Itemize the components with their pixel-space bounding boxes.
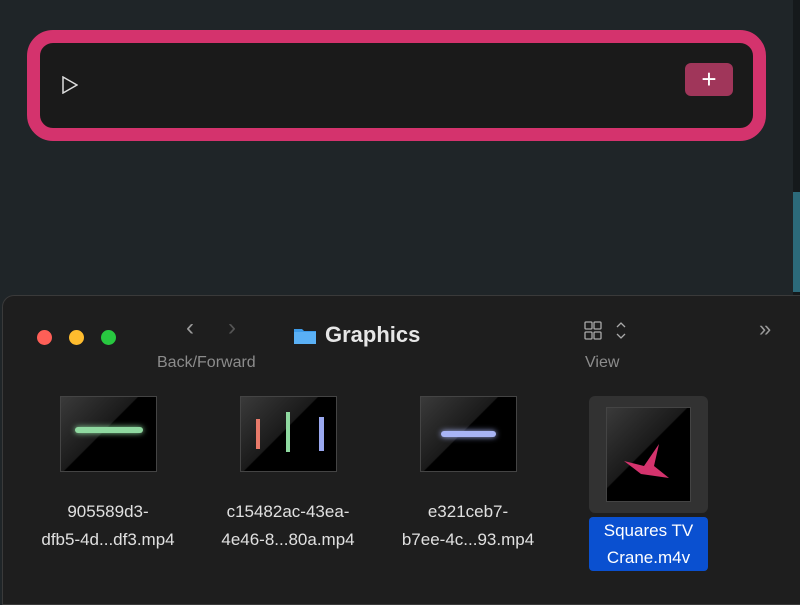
view-label: View (585, 354, 620, 371)
view-grid-icon[interactable] (583, 320, 633, 342)
minimize-button[interactable] (69, 330, 84, 345)
file-item-selected[interactable]: Squares TV Crane.m4v (589, 396, 708, 571)
video-thumbnail (419, 396, 517, 472)
more-toolbar-icon[interactable]: » (759, 316, 771, 342)
folder-title: Graphics (325, 322, 421, 347)
close-button[interactable] (37, 330, 52, 345)
file-item[interactable]: c15482ac-43ea- 4e46-8...80a.mp4 (213, 396, 363, 554)
back-forward-label: Back/Forward (157, 354, 256, 371)
zoom-button[interactable] (101, 330, 116, 345)
video-thumbnail (59, 396, 157, 472)
file-item[interactable]: 905589d3- dfb5-4d...df3.mp4 (33, 396, 183, 554)
file-name: Squares TV Crane.m4v (589, 517, 708, 571)
file-name: c15482ac-43ea- 4e46-8...80a.mp4 (221, 502, 355, 549)
forward-chevron-icon[interactable]: › (228, 314, 236, 342)
back-chevron-icon[interactable]: ‹ (186, 314, 194, 342)
folder-icon (294, 329, 316, 344)
file-name: 905589d3- dfb5-4d...df3.mp4 (41, 502, 175, 549)
play-icon[interactable] (62, 76, 78, 94)
file-item[interactable]: e321ceb7- b7ee-4c...93.mp4 (393, 396, 543, 554)
finder-window: ‹ › Back/Forward Graphics View » 905589d… (2, 295, 800, 605)
video-thumbnail (606, 407, 691, 502)
window-title: Graphics (293, 322, 420, 348)
add-button[interactable]: + (685, 63, 733, 96)
file-name: e321ceb7- b7ee-4c...93.mp4 (401, 502, 535, 549)
drop-card: + (27, 30, 766, 141)
video-thumbnail (239, 396, 337, 472)
scrollbar-thumb[interactable] (793, 192, 800, 292)
